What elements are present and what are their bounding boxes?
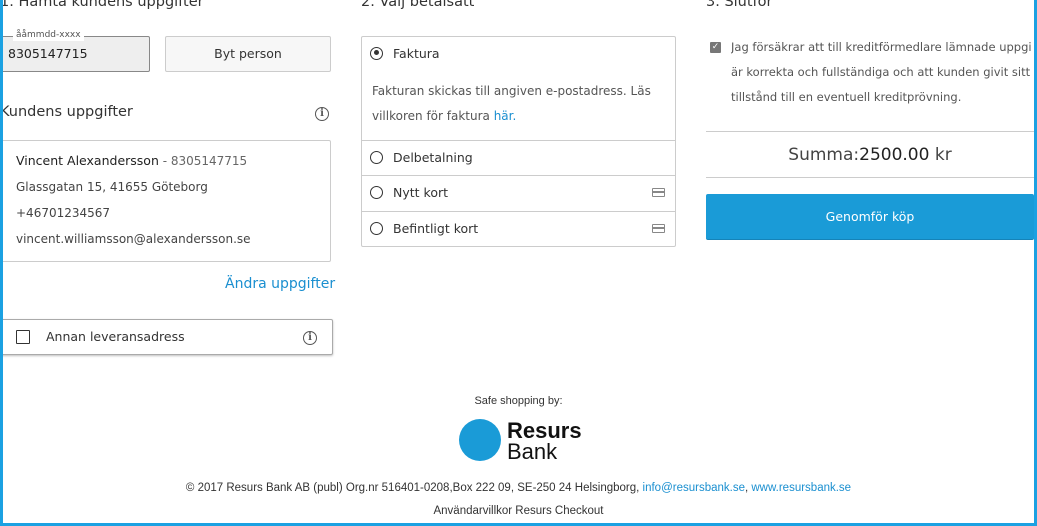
legal-text: © 2017 Resurs Bank AB (publ) Org.nr 5164… [185,482,643,494]
customer-heading: Kundens uppgifter [0,104,133,120]
divider [706,177,1034,178]
customer-ssn: - 8305147715 [158,154,248,168]
payment-option-delbetalning[interactable]: Delbetalning [362,140,675,175]
logo-line: Bank [507,439,558,464]
complete-purchase-button[interactable]: Genomför köp [706,194,1034,240]
payment-option-label: Faktura [393,46,440,61]
payment-option-label: Delbetalning [393,150,473,165]
payment-option-existing-card[interactable]: Befintligt kort [362,211,675,246]
invoice-terms-link[interactable]: här. [494,109,517,123]
consent-line: Jag försäkrar att till kreditförmedlare … [731,40,1031,54]
change-person-button[interactable]: Byt person [165,36,331,72]
consent-line: tillstånd till en eventuell kreditprövni… [731,90,962,104]
credit-card-icon [652,224,665,233]
radio-existing-card[interactable] [370,222,383,235]
payment-option-label: Nytt kort [393,185,449,200]
customer-phone: +46701234567 [16,206,111,220]
consent-text: Jag försäkrar att till kreditförmedlare … [731,35,1031,110]
sum-label: Summa: [788,145,860,165]
radio-delbetalning[interactable] [370,151,383,164]
step1-title: 1. Hämta kundens uppgifter [0,0,204,10]
step3-title: 3. Slutför [706,0,773,10]
divider [706,131,1034,132]
customer-card: Vincent Alexandersson - 8305147715 Glass… [0,140,331,262]
payment-option-faktura[interactable]: Faktura Fakturan skickas till angiven e-… [362,37,675,140]
other-address-row[interactable]: Annan leveransadress i [0,319,333,355]
ssn-field-label: ååmmdd-xxxx [13,29,84,41]
logo-line: Resurs [507,418,582,443]
consent-checkbox[interactable]: ✓ [710,42,721,53]
invoice-description: Fakturan skickas till angiven e-postadre… [372,79,652,129]
website-link[interactable]: www.resursbank.se [751,482,851,494]
radio-faktura[interactable] [370,47,383,60]
payment-option-new-card[interactable]: Nytt kort [362,175,675,211]
info-icon[interactable]: i [315,107,329,121]
sum-value: 2500.00 [859,145,930,165]
logo-circle-icon [459,419,501,461]
edit-details-link[interactable]: Ändra uppgifter [225,276,335,292]
terms-link[interactable]: Användarvillkor Resurs Checkout [0,505,1037,517]
customer-name: Vincent Alexandersson [16,153,159,168]
other-address-checkbox[interactable] [16,330,30,344]
sum-unit: kr [929,145,952,165]
safe-shopping-label: Safe shopping by: [474,395,563,407]
customer-email: vincent.williamsson@alexandersson.se [16,232,251,246]
other-address-label: Annan leveransadress [46,329,185,344]
payment-option-label: Befintligt kort [393,221,479,236]
legal-footer: © 2017 Resurs Bank AB (publ) Org.nr 5164… [0,482,1037,494]
order-sum: Summa:2500.00 kr [706,145,1034,165]
ssn-input[interactable]: 8305147715 [0,36,150,72]
radio-new-card[interactable] [370,186,383,199]
payment-methods: Faktura Fakturan skickas till angiven e-… [361,36,676,247]
info-icon[interactable]: i [303,331,317,345]
customer-address: Glassgatan 15, 41655 Göteborg [16,180,208,194]
resurs-bank-logo: Resurs Bank [458,417,588,463]
step2-title: 2. Välj betalsätt [361,0,475,10]
consent-line: är korrekta och fullständiga och att kun… [731,65,1031,79]
email-link[interactable]: info@resursbank.se [643,482,745,494]
customer-name-line: Vincent Alexandersson - 8305147715 [16,153,247,168]
credit-card-icon [652,188,665,197]
